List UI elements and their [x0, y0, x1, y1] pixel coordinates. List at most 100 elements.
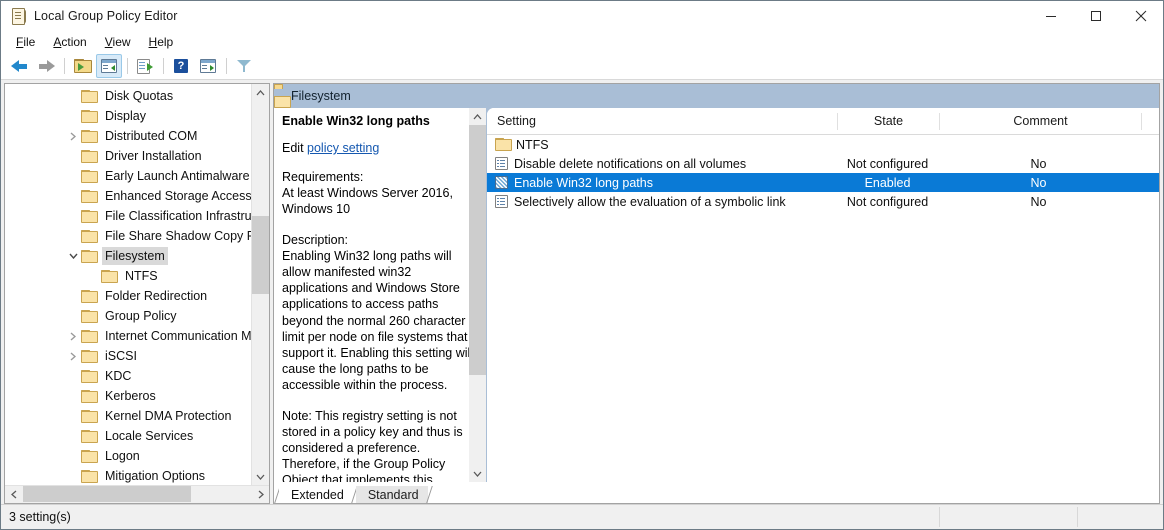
tree-item-label: Kernel DMA Protection: [105, 409, 232, 423]
show-hide-console-tree-button[interactable]: [96, 54, 122, 78]
back-arrow-icon: [10, 59, 28, 73]
tree-hscroll-thumb[interactable]: [23, 486, 191, 502]
tree-item-mitigation-options[interactable]: Mitigation Options: [5, 466, 252, 485]
tree-scroll-up-button[interactable]: [252, 84, 269, 101]
show-hide-action-pane-button[interactable]: [195, 54, 221, 78]
chevron-right-icon[interactable]: [65, 348, 81, 364]
chevron-down-icon[interactable]: [65, 248, 81, 264]
back-button[interactable]: [6, 54, 32, 78]
menu-bar: File Action View Help: [1, 31, 1163, 53]
tree-item-internet-communication-management[interactable]: Internet Communication Management: [5, 326, 252, 346]
tree-item-early-launch-antimalware[interactable]: Early Launch Antimalware: [5, 166, 252, 186]
toolbar-separator-2: [127, 58, 128, 74]
tree-item-kernel-dma-protection[interactable]: Kernel DMA Protection: [5, 406, 252, 426]
console-tree: Disk Quotas Display Distributed COM Driver …: [5, 86, 252, 485]
chevron-right-icon[interactable]: [65, 128, 81, 144]
column-divider-3[interactable]: [1141, 112, 1142, 130]
window-controls: [1028, 1, 1163, 31]
tree-item-locale-services[interactable]: Locale Services: [5, 426, 252, 446]
cell-state: Not configured: [846, 156, 929, 171]
tree-item-folder-redirection[interactable]: Folder Redirection: [5, 286, 252, 306]
tree-item-distributed-com[interactable]: Distributed COM: [5, 126, 252, 146]
tree-item-disk-quotas[interactable]: Disk Quotas: [5, 86, 252, 106]
tree-horizontal-scrollbar[interactable]: [5, 485, 269, 503]
toolbar-separator: [64, 58, 65, 74]
tree-item-label: File Classification Infrastructure: [105, 209, 252, 223]
maximize-button[interactable]: [1073, 1, 1118, 31]
tree-scroll-left-button[interactable]: [5, 486, 22, 502]
tree-item-enhanced-storage-access[interactable]: Enhanced Storage Access: [5, 186, 252, 206]
tree-item-logon[interactable]: Logon: [5, 446, 252, 466]
tree-item-label: iSCSI: [105, 349, 137, 363]
column-header-comment[interactable]: Comment: [940, 108, 1141, 134]
description-vertical-scrollbar[interactable]: [469, 108, 486, 482]
folder-icon: [81, 289, 98, 303]
status-bar: 3 setting(s): [1, 504, 1163, 529]
tree-scroll-right-button[interactable]: [252, 486, 269, 502]
policy-setting-icon: [495, 195, 508, 208]
menu-view[interactable]: View: [96, 33, 140, 51]
menu-action[interactable]: Action: [44, 33, 95, 51]
tab-standard[interactable]: Standard: [355, 486, 428, 503]
chevron-right-icon[interactable]: [65, 328, 81, 344]
note-section: Note: This registry setting is not store…: [282, 408, 476, 482]
minimize-button[interactable]: [1028, 1, 1073, 31]
tree-item-label: Internet Communication Management: [105, 329, 252, 343]
tree-item-label: Early Launch Antimalware: [105, 169, 250, 183]
cell-setting: Disable delete notifications on all volu…: [514, 156, 747, 171]
folder-icon: [81, 429, 98, 443]
table-row[interactable]: Enable Win32 long paths Enabled No: [487, 173, 1159, 192]
console-tree-pane: Disk Quotas Display Distributed COM Driver …: [4, 83, 270, 504]
tree-item-driver-installation[interactable]: Driver Installation: [5, 146, 252, 166]
results-pane: Filesystem Enable Win32 long paths Edit …: [273, 83, 1160, 504]
tree-vertical-scrollbar[interactable]: [251, 84, 269, 485]
table-row[interactable]: NTFS: [487, 135, 1159, 154]
results-pane-header: Filesystem: [274, 84, 1159, 108]
tree-scroll-area: Disk Quotas Display Distributed COM Driver …: [5, 84, 269, 485]
tree-item-label: Mitigation Options: [105, 469, 206, 483]
tree-item-filesystem[interactable]: Filesystem: [5, 246, 252, 266]
tab-extended[interactable]: Extended: [279, 486, 353, 503]
status-text: 3 setting(s): [9, 510, 71, 524]
tree-item-file-classification-infrastructure[interactable]: File Classification Infrastructure: [5, 206, 252, 226]
tree-item-display[interactable]: Display: [5, 106, 252, 126]
tree-item-kerberos[interactable]: Kerberos: [5, 386, 252, 406]
filter-button[interactable]: [231, 54, 257, 78]
tree-scroll-thumb[interactable]: [252, 216, 269, 294]
folder-icon: [81, 349, 98, 363]
menu-file[interactable]: File: [7, 33, 44, 51]
tree-item-kdc[interactable]: KDC: [5, 366, 252, 386]
description-scroll-up-button[interactable]: [469, 108, 486, 125]
tree-item-ntfs[interactable]: NTFS: [5, 266, 252, 286]
table-row[interactable]: Disable delete notifications on all volu…: [487, 154, 1159, 173]
up-one-level-button[interactable]: [69, 54, 95, 78]
tree-item-label: Folder Redirection: [105, 289, 208, 303]
export-list-button[interactable]: [132, 54, 158, 78]
forward-button[interactable]: [33, 54, 59, 78]
tree-item-file-share-shadow-copy-provider[interactable]: File Share Shadow Copy Provider: [5, 226, 252, 246]
column-header-setting[interactable]: Setting: [487, 108, 837, 134]
policy-setting-link[interactable]: policy setting: [307, 141, 379, 155]
tree-item-iscsi[interactable]: iSCSI: [5, 346, 252, 366]
column-header-state[interactable]: State: [838, 108, 939, 134]
edit-policy-setting-line: Edit policy setting: [282, 141, 476, 155]
description-scroll-down-button[interactable]: [469, 465, 486, 482]
extended-description-panel: Enable Win32 long paths Edit policy sett…: [274, 108, 487, 482]
close-button[interactable]: [1118, 1, 1163, 31]
resize-grip[interactable]: [1147, 514, 1161, 528]
help-button[interactable]: ?: [168, 54, 194, 78]
description-scroll-thumb[interactable]: [469, 125, 486, 375]
tree-item-group-policy[interactable]: Group Policy: [5, 306, 252, 326]
toolbar-separator-3: [163, 58, 164, 74]
menu-help[interactable]: Help: [140, 33, 183, 51]
tree-scroll-down-button[interactable]: [252, 468, 269, 485]
tree-item-label: NTFS: [125, 269, 158, 283]
table-row[interactable]: Selectively allow the evaluation of a sy…: [487, 192, 1159, 211]
cell-state: Not configured: [846, 194, 929, 209]
